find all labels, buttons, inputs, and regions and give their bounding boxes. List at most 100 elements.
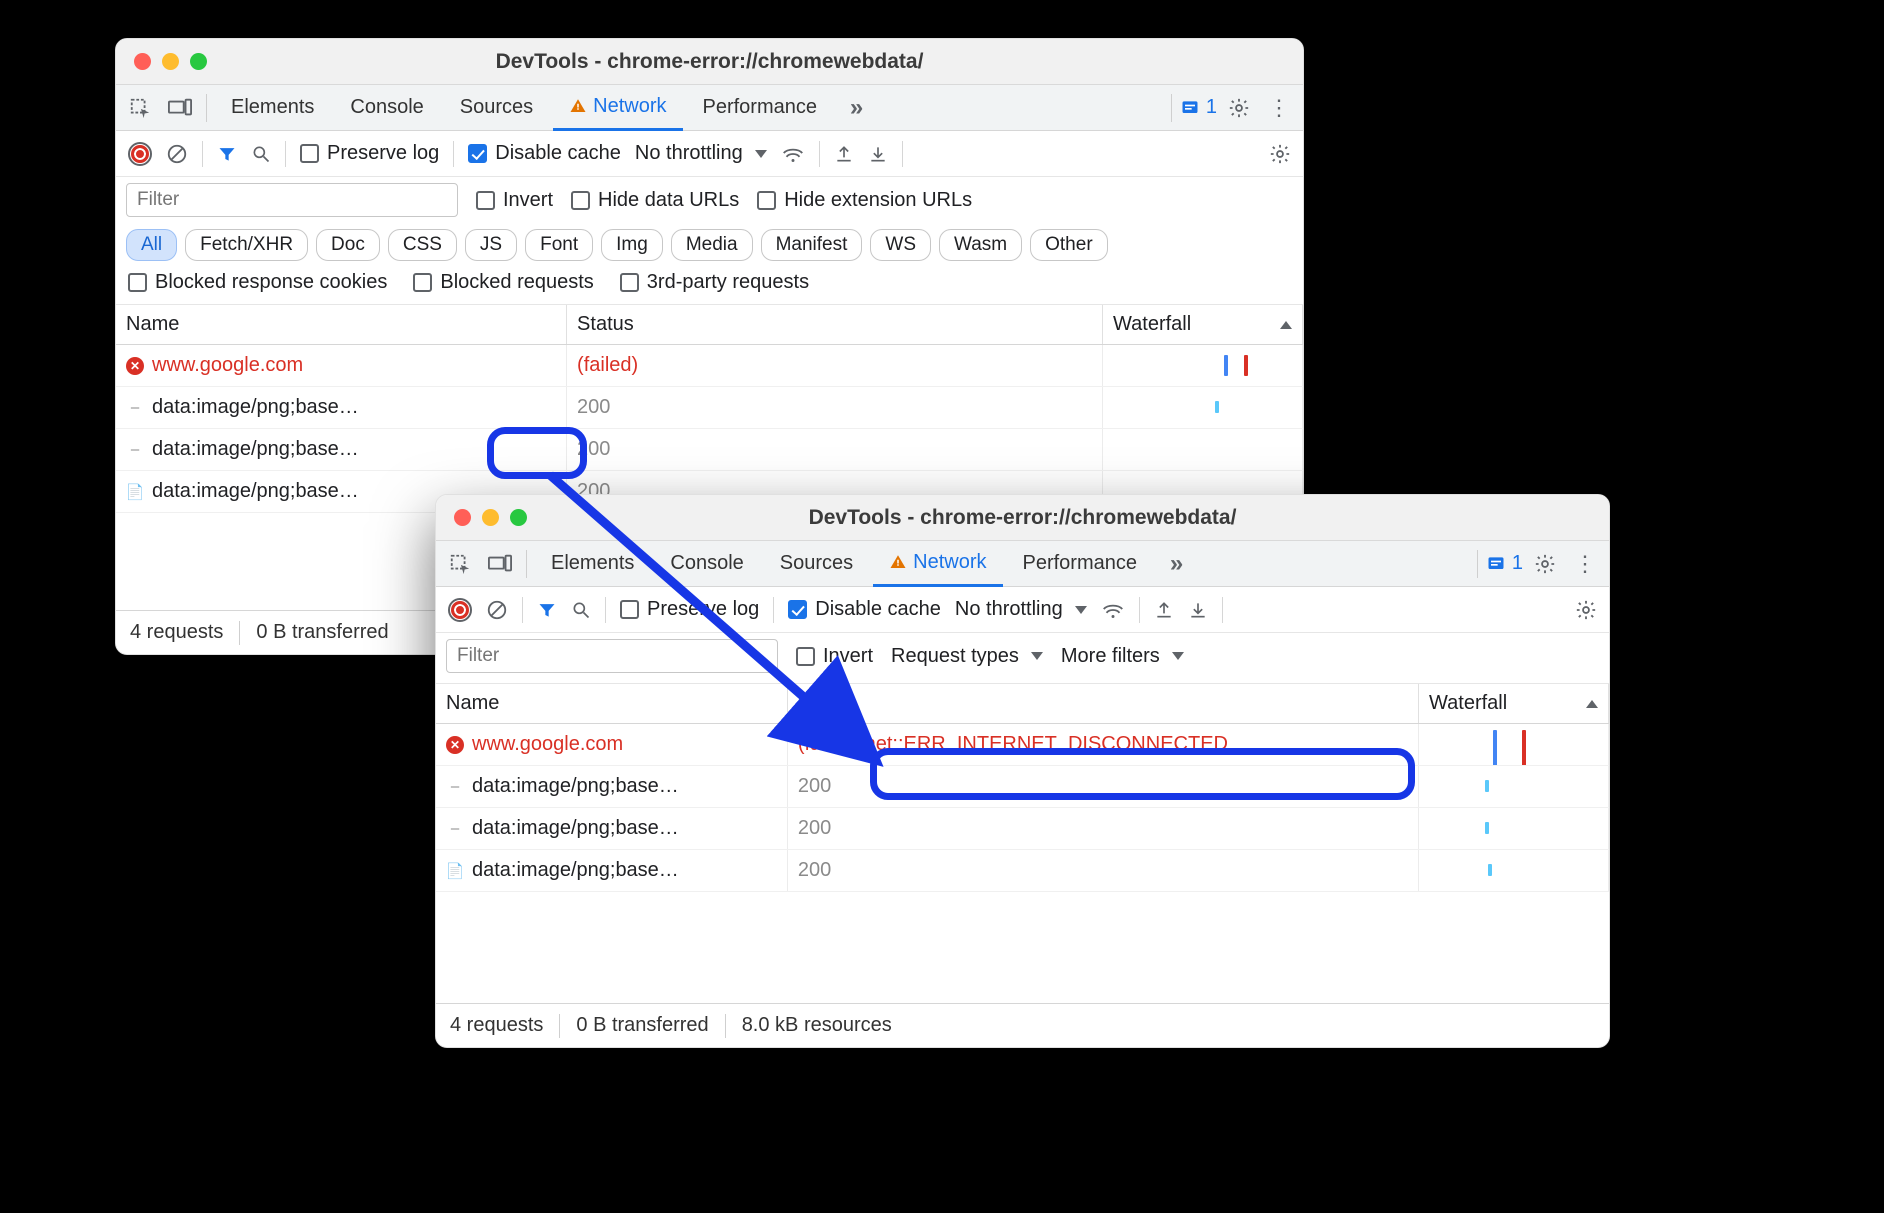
tab-performance[interactable]: Performance (1007, 541, 1154, 587)
table-row[interactable]: 📄data:image/png;base… 200 (436, 850, 1609, 892)
extra-filter-row: Blocked response cookies Blocked request… (116, 267, 1303, 305)
close-window-button[interactable] (454, 509, 471, 526)
separator (1171, 94, 1172, 122)
record-icon (451, 601, 469, 619)
pill-other[interactable]: Other (1030, 229, 1108, 261)
third-party-label: 3rd-party requests (647, 271, 809, 294)
panel-tab-strip: Elements Console Sources Network Perform… (116, 85, 1303, 131)
more-tabs-icon[interactable]: » (837, 94, 873, 122)
issues-badge[interactable]: 1 (1180, 96, 1217, 119)
request-name: data:image/png;base… (152, 438, 359, 461)
status-footer: 4 requests 0 B transferred 8.0 kB resour… (436, 1003, 1609, 1047)
pill-manifest[interactable]: Manifest (761, 229, 863, 261)
record-button[interactable] (448, 598, 472, 622)
network-conditions-icon[interactable] (781, 144, 805, 164)
more-tabs-icon[interactable]: » (1157, 550, 1193, 578)
tab-sources[interactable]: Sources (444, 85, 549, 131)
waterfall-cell (1429, 766, 1598, 807)
chevron-down-icon (755, 150, 767, 158)
tab-console[interactable]: Console (334, 85, 439, 131)
col-name[interactable]: Name (116, 305, 567, 344)
device-toggle-icon[interactable] (162, 98, 198, 118)
search-icon[interactable] (251, 144, 271, 164)
tab-performance[interactable]: Performance (687, 85, 834, 131)
error-icon (446, 736, 464, 754)
pill-font[interactable]: Font (525, 229, 593, 261)
network-settings-icon[interactable] (1269, 143, 1291, 165)
annotation-highlight-before (487, 427, 587, 479)
issues-badge[interactable]: 1 (1486, 552, 1523, 575)
pill-doc[interactable]: Doc (316, 229, 380, 261)
issues-count: 1 (1512, 552, 1523, 575)
request-name: data:image/png;base… (152, 396, 359, 419)
request-name: data:image/png;base… (472, 817, 679, 840)
blocked-cookies-checkbox[interactable]: Blocked response cookies (128, 271, 387, 294)
blocked-requests-label: Blocked requests (440, 271, 593, 294)
pill-fetch-xhr[interactable]: Fetch/XHR (185, 229, 308, 261)
import-har-icon[interactable] (868, 143, 888, 165)
table-row[interactable]: –data:image/png;base… 200 (436, 808, 1609, 850)
footer-requests: 4 requests (130, 621, 223, 644)
request-name: www.google.com (152, 354, 303, 377)
record-button[interactable] (128, 142, 152, 166)
col-waterfall-label: Waterfall (1429, 692, 1507, 715)
network-settings-icon[interactable] (1575, 599, 1597, 621)
maximize-window-button[interactable] (190, 53, 207, 70)
hide-data-urls-checkbox[interactable]: Hide data URLs (571, 189, 739, 212)
inspect-icon[interactable] (442, 553, 478, 575)
col-status[interactable]: Status (567, 305, 1103, 344)
third-party-checkbox[interactable]: 3rd-party requests (620, 271, 809, 294)
filter-bar: Invert Hide data URLs Hide extension URL… (116, 177, 1303, 223)
preserve-log-label: Preserve log (327, 142, 439, 165)
pill-js[interactable]: JS (465, 229, 517, 261)
pill-all[interactable]: All (126, 229, 177, 261)
filter-toggle-icon[interactable] (217, 144, 237, 164)
import-har-icon[interactable] (1188, 599, 1208, 621)
separator (453, 141, 454, 167)
settings-icon[interactable] (1527, 553, 1563, 575)
waterfall-cell (1113, 387, 1292, 428)
request-status: 200 (788, 808, 1419, 849)
inspect-icon[interactable] (122, 97, 158, 119)
settings-icon[interactable] (1221, 97, 1257, 119)
export-har-icon[interactable] (834, 143, 854, 165)
issues-icon (1486, 554, 1506, 574)
tab-elements[interactable]: Elements (215, 85, 330, 131)
network-conditions-icon[interactable] (1101, 600, 1125, 620)
throttling-select[interactable]: No throttling (955, 598, 1087, 621)
sort-asc-icon (1280, 321, 1292, 329)
more-filters-dropdown[interactable]: More filters (1061, 645, 1184, 668)
minimize-window-button[interactable] (482, 509, 499, 526)
preserve-log-checkbox[interactable]: Preserve log (300, 142, 439, 165)
minimize-window-button[interactable] (162, 53, 179, 70)
separator (725, 1014, 726, 1038)
invert-checkbox[interactable]: Invert (476, 189, 553, 212)
pill-css[interactable]: CSS (388, 229, 457, 261)
separator (239, 621, 240, 645)
throttling-label: No throttling (635, 142, 743, 165)
close-window-button[interactable] (134, 53, 151, 70)
separator (819, 141, 820, 167)
throttling-select[interactable]: No throttling (635, 142, 767, 165)
pill-ws[interactable]: WS (870, 229, 931, 261)
col-waterfall[interactable]: Waterfall (1103, 305, 1303, 344)
pill-img[interactable]: Img (601, 229, 663, 261)
waterfall-cell (1429, 724, 1598, 765)
table-row[interactable]: –data:image/png;base… 200 (116, 387, 1303, 429)
filter-input[interactable] (126, 183, 458, 217)
pill-media[interactable]: Media (671, 229, 753, 261)
blocked-requests-checkbox[interactable]: Blocked requests (413, 271, 593, 294)
col-waterfall[interactable]: Waterfall (1419, 684, 1609, 723)
table-row[interactable]: www.google.com (failed) (116, 345, 1303, 387)
tab-network[interactable]: Network (553, 85, 682, 131)
record-icon (131, 145, 149, 163)
export-har-icon[interactable] (1154, 599, 1174, 621)
invert-label: Invert (503, 189, 553, 212)
disable-cache-checkbox[interactable]: Disable cache (468, 142, 621, 165)
window-title: DevTools - chrome-error://chromewebdata/ (116, 50, 1303, 74)
chevron-down-icon (1172, 652, 1184, 660)
pill-wasm[interactable]: Wasm (939, 229, 1022, 261)
hide-extension-urls-checkbox[interactable]: Hide extension URLs (757, 189, 972, 212)
dash-icon: – (446, 820, 464, 837)
clear-button[interactable] (166, 143, 188, 165)
